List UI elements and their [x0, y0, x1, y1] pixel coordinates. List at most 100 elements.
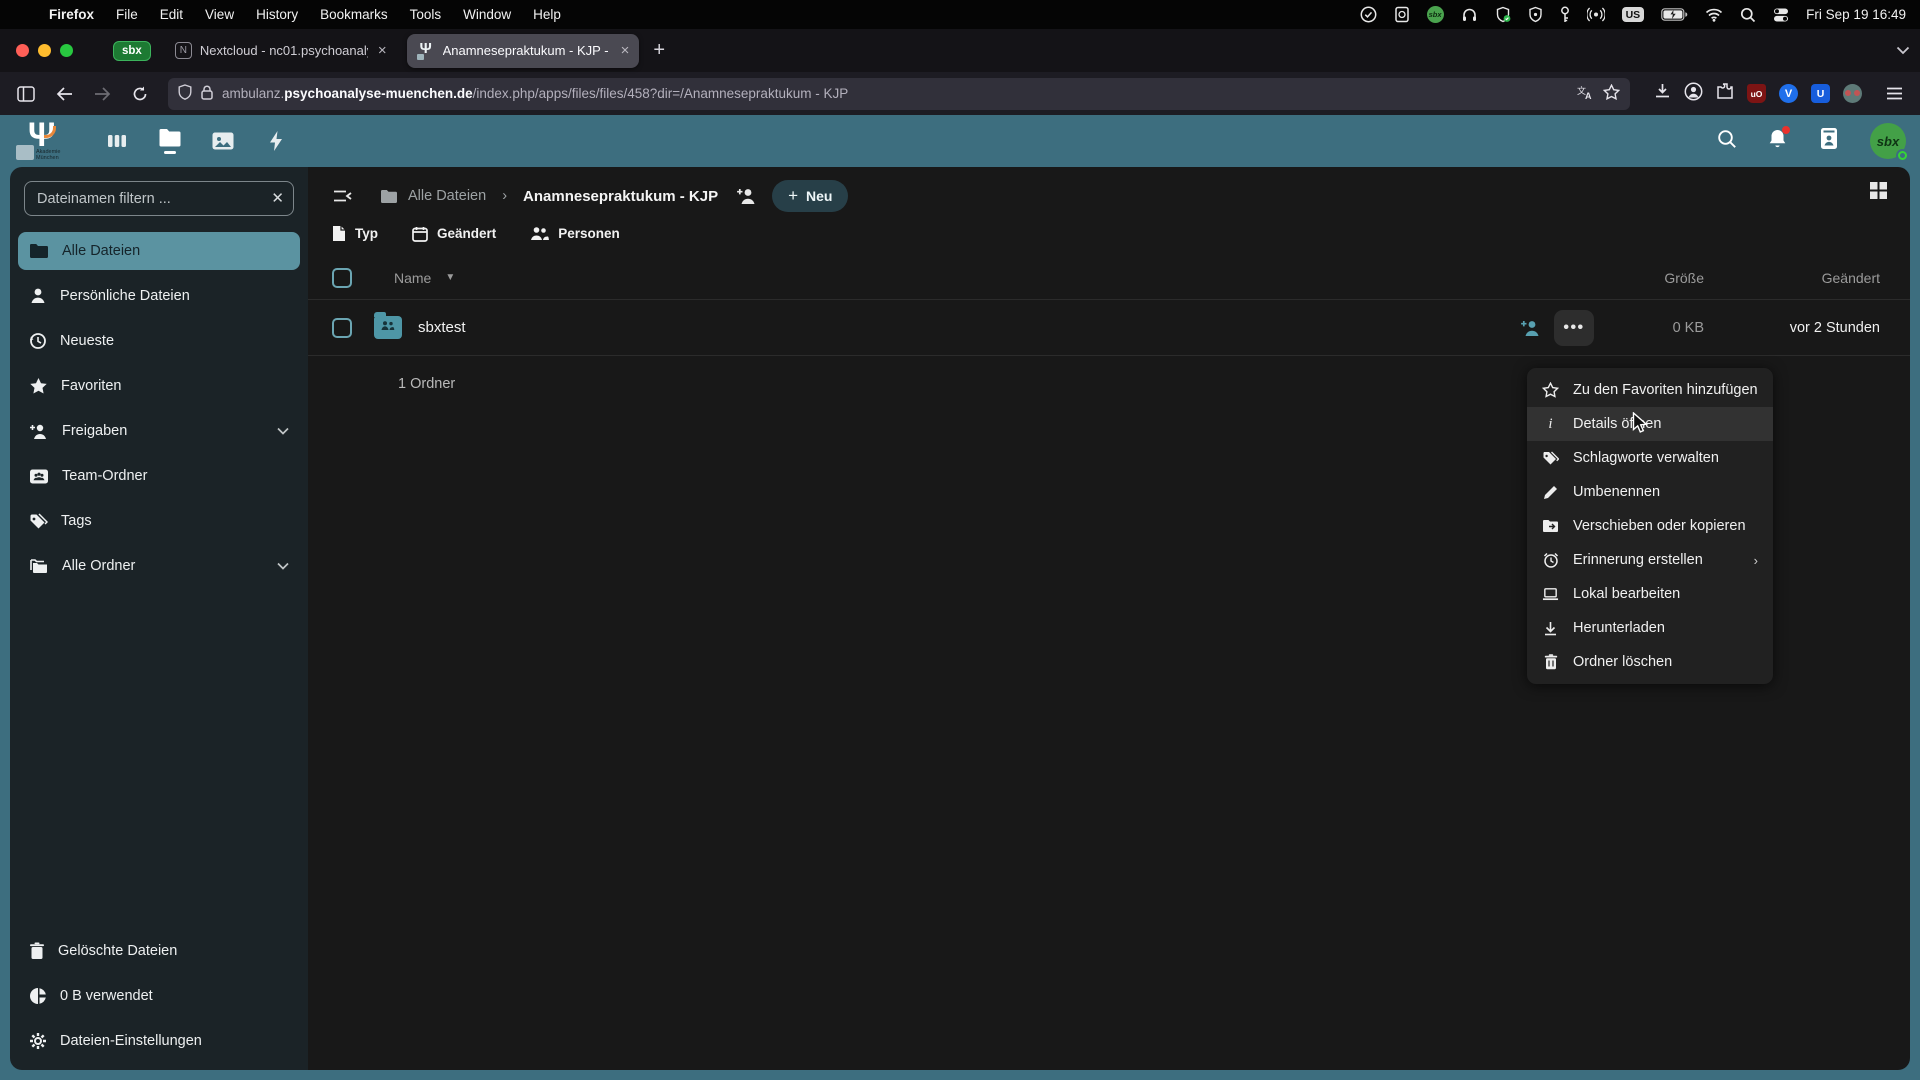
list-all-tabs-icon[interactable]: [1896, 42, 1910, 60]
menubar-tools[interactable]: Tools: [399, 7, 453, 22]
spotlight-search-icon[interactable]: [1740, 6, 1756, 24]
row-share-icon[interactable]: [1520, 319, 1542, 337]
translate-icon[interactable]: 文A: [1577, 85, 1594, 103]
extensions-puzzle-icon[interactable]: [1716, 82, 1734, 105]
window-close-button[interactable]: [16, 44, 29, 57]
table-row-sbxtest[interactable]: sbxtest ••• 0 KB vor 2 Stunden: [308, 300, 1910, 356]
account-icon[interactable]: [1684, 82, 1703, 106]
chevron-down-icon[interactable]: [277, 558, 289, 574]
menu-item-favoriten[interactable]: Zu den Favoriten hinzufügen: [1527, 373, 1773, 407]
sidebar-item-favoriten[interactable]: Favoriten: [18, 367, 300, 405]
sidebar-item-alle-dateien[interactable]: Alle Dateien: [18, 232, 300, 270]
filename-filter-input[interactable]: [24, 181, 294, 216]
menu-item-schlagworte[interactable]: Schlagworte verwalten: [1527, 441, 1773, 475]
bookmark-star-icon[interactable]: [1603, 84, 1620, 103]
column-header-modified[interactable]: Geändert: [1730, 270, 1880, 286]
user-avatar[interactable]: sbx: [1870, 123, 1906, 159]
hamburger-menu-icon[interactable]: [1878, 79, 1910, 109]
sidebar-item-persoenliche-dateien[interactable]: Persönliche Dateien: [18, 277, 300, 315]
menu-item-verschieben[interactable]: Verschieben oder kopieren: [1527, 509, 1773, 543]
back-button[interactable]: [48, 79, 80, 109]
status-window-icon[interactable]: [1394, 6, 1410, 24]
lock-icon[interactable]: [201, 85, 213, 103]
filter-chip-geaendert[interactable]: Geändert: [412, 226, 496, 242]
sidebar-item-team-ordner[interactable]: Team-Ordner: [18, 457, 300, 495]
column-header-size[interactable]: Größe: [1594, 270, 1704, 286]
akademie-logo[interactable]: Ψ Akademie München: [14, 120, 64, 162]
vimium-icon[interactable]: V: [1779, 84, 1798, 103]
tab-nextcloud[interactable]: N Nextcloud - nc01.psychoanalyse ×: [165, 34, 397, 68]
row-actions-menu-button[interactable]: •••: [1554, 310, 1594, 346]
window-minimize-button[interactable]: [38, 44, 51, 57]
tab-anamnesepraktukum[interactable]: Ψ Anamnesepraktukum - KJP - All ×: [407, 34, 640, 68]
url-text[interactable]: ambulanz.psychoanalyse-muenchen.de/index…: [222, 86, 1568, 101]
menubar-view[interactable]: View: [194, 7, 245, 22]
app-photos-icon[interactable]: [210, 124, 236, 158]
sidebar-item-dateien-einstellungen[interactable]: Dateien-Einstellungen: [18, 1022, 300, 1060]
url-bar[interactable]: ambulanz.psychoanalyse-muenchen.de/index…: [168, 78, 1630, 110]
firefox-profile-chip[interactable]: sbx: [113, 41, 151, 61]
forward-button[interactable]: [86, 79, 118, 109]
sidebar-toggle-icon[interactable]: [10, 79, 42, 109]
select-all-checkbox[interactable]: [332, 268, 352, 288]
menubar-app-name[interactable]: Firefox: [38, 7, 105, 22]
menubar-file[interactable]: File: [105, 7, 149, 22]
grid-view-toggle-icon[interactable]: [1869, 181, 1888, 200]
status-headphones-icon[interactable]: [1461, 6, 1478, 24]
notifications-bell-icon[interactable]: [1767, 128, 1788, 155]
status-airplay-icon[interactable]: [1587, 6, 1605, 24]
chevron-down-icon[interactable]: [277, 423, 289, 439]
battery-icon[interactable]: [1661, 6, 1688, 24]
menubar-bookmarks[interactable]: Bookmarks: [309, 7, 399, 22]
tab-close-icon[interactable]: ×: [621, 42, 630, 59]
app-activity-icon[interactable]: [263, 124, 289, 158]
new-button[interactable]: + Neu: [772, 180, 848, 212]
sidebar-item-freigaben[interactable]: Freigaben: [18, 412, 300, 450]
status-shield-check-icon[interactable]: [1495, 6, 1511, 24]
app-files-icon[interactable]: [157, 124, 183, 158]
menubar-history[interactable]: History: [245, 7, 309, 22]
downloads-icon[interactable]: [1654, 83, 1671, 104]
contacts-icon[interactable]: [1818, 127, 1840, 155]
menu-item-erinnerung[interactable]: Erinnerung erstellen ›: [1527, 543, 1773, 577]
sidebar-item-speicher[interactable]: 0 B verwendet: [18, 977, 300, 1015]
window-zoom-button[interactable]: [60, 44, 73, 57]
menubar-help[interactable]: Help: [522, 7, 572, 22]
breadcrumb-root[interactable]: Alle Dateien: [408, 188, 486, 204]
tab-close-icon[interactable]: ×: [378, 42, 387, 59]
menubar-window[interactable]: Window: [452, 7, 522, 22]
input-source-badge[interactable]: US: [1622, 7, 1645, 22]
sidebar-item-neueste[interactable]: Neueste: [18, 322, 300, 360]
status-sbx-profile-icon[interactable]: sbx: [1427, 6, 1444, 23]
reload-button[interactable]: [124, 79, 156, 109]
new-tab-button[interactable]: +: [653, 39, 665, 62]
control-center-icon[interactable]: [1773, 6, 1789, 24]
filter-clear-icon[interactable]: ✕: [271, 189, 284, 207]
menu-item-umbenennen[interactable]: Umbenennen: [1527, 475, 1773, 509]
sidebar-item-geloeschte-dateien[interactable]: Gelöschte Dateien: [18, 932, 300, 970]
menubar-clock[interactable]: Fri Sep 19 16:49: [1806, 7, 1906, 22]
unified-search-icon[interactable]: [1717, 129, 1737, 154]
status-key-icon[interactable]: [1560, 6, 1570, 24]
app-dashboard-icon[interactable]: [104, 124, 130, 158]
bitwarden-icon[interactable]: U: [1811, 84, 1830, 103]
share-folder-icon[interactable]: [736, 187, 758, 205]
file-name[interactable]: sbxtest: [418, 319, 466, 336]
status-shield-icon[interactable]: [1528, 6, 1543, 24]
menu-item-lokal-bearbeiten[interactable]: Lokal bearbeiten: [1527, 577, 1773, 611]
breadcrumb-current[interactable]: Anamnesepraktukum - KJP: [523, 188, 718, 205]
wifi-icon[interactable]: [1705, 6, 1723, 24]
column-header-name[interactable]: Name ▼: [394, 270, 455, 286]
filter-chip-personen[interactable]: Personen: [530, 226, 620, 241]
shared-folder-icon[interactable]: [374, 316, 402, 339]
status-check-circle-icon[interactable]: [1360, 6, 1377, 24]
sidebar-item-tags[interactable]: Tags: [18, 502, 300, 540]
ublock-origin-icon[interactable]: uO: [1747, 84, 1766, 103]
menubar-edit[interactable]: Edit: [149, 7, 194, 22]
tracking-protection-shield-icon[interactable]: [178, 84, 192, 103]
filter-chip-typ[interactable]: Typ: [332, 225, 378, 242]
face-extension-icon[interactable]: [1843, 84, 1862, 103]
sidebar-item-alle-ordner[interactable]: Alle Ordner: [18, 547, 300, 585]
row-checkbox[interactable]: [332, 318, 352, 338]
menu-item-ordner-loeschen[interactable]: Ordner löschen: [1527, 645, 1773, 679]
